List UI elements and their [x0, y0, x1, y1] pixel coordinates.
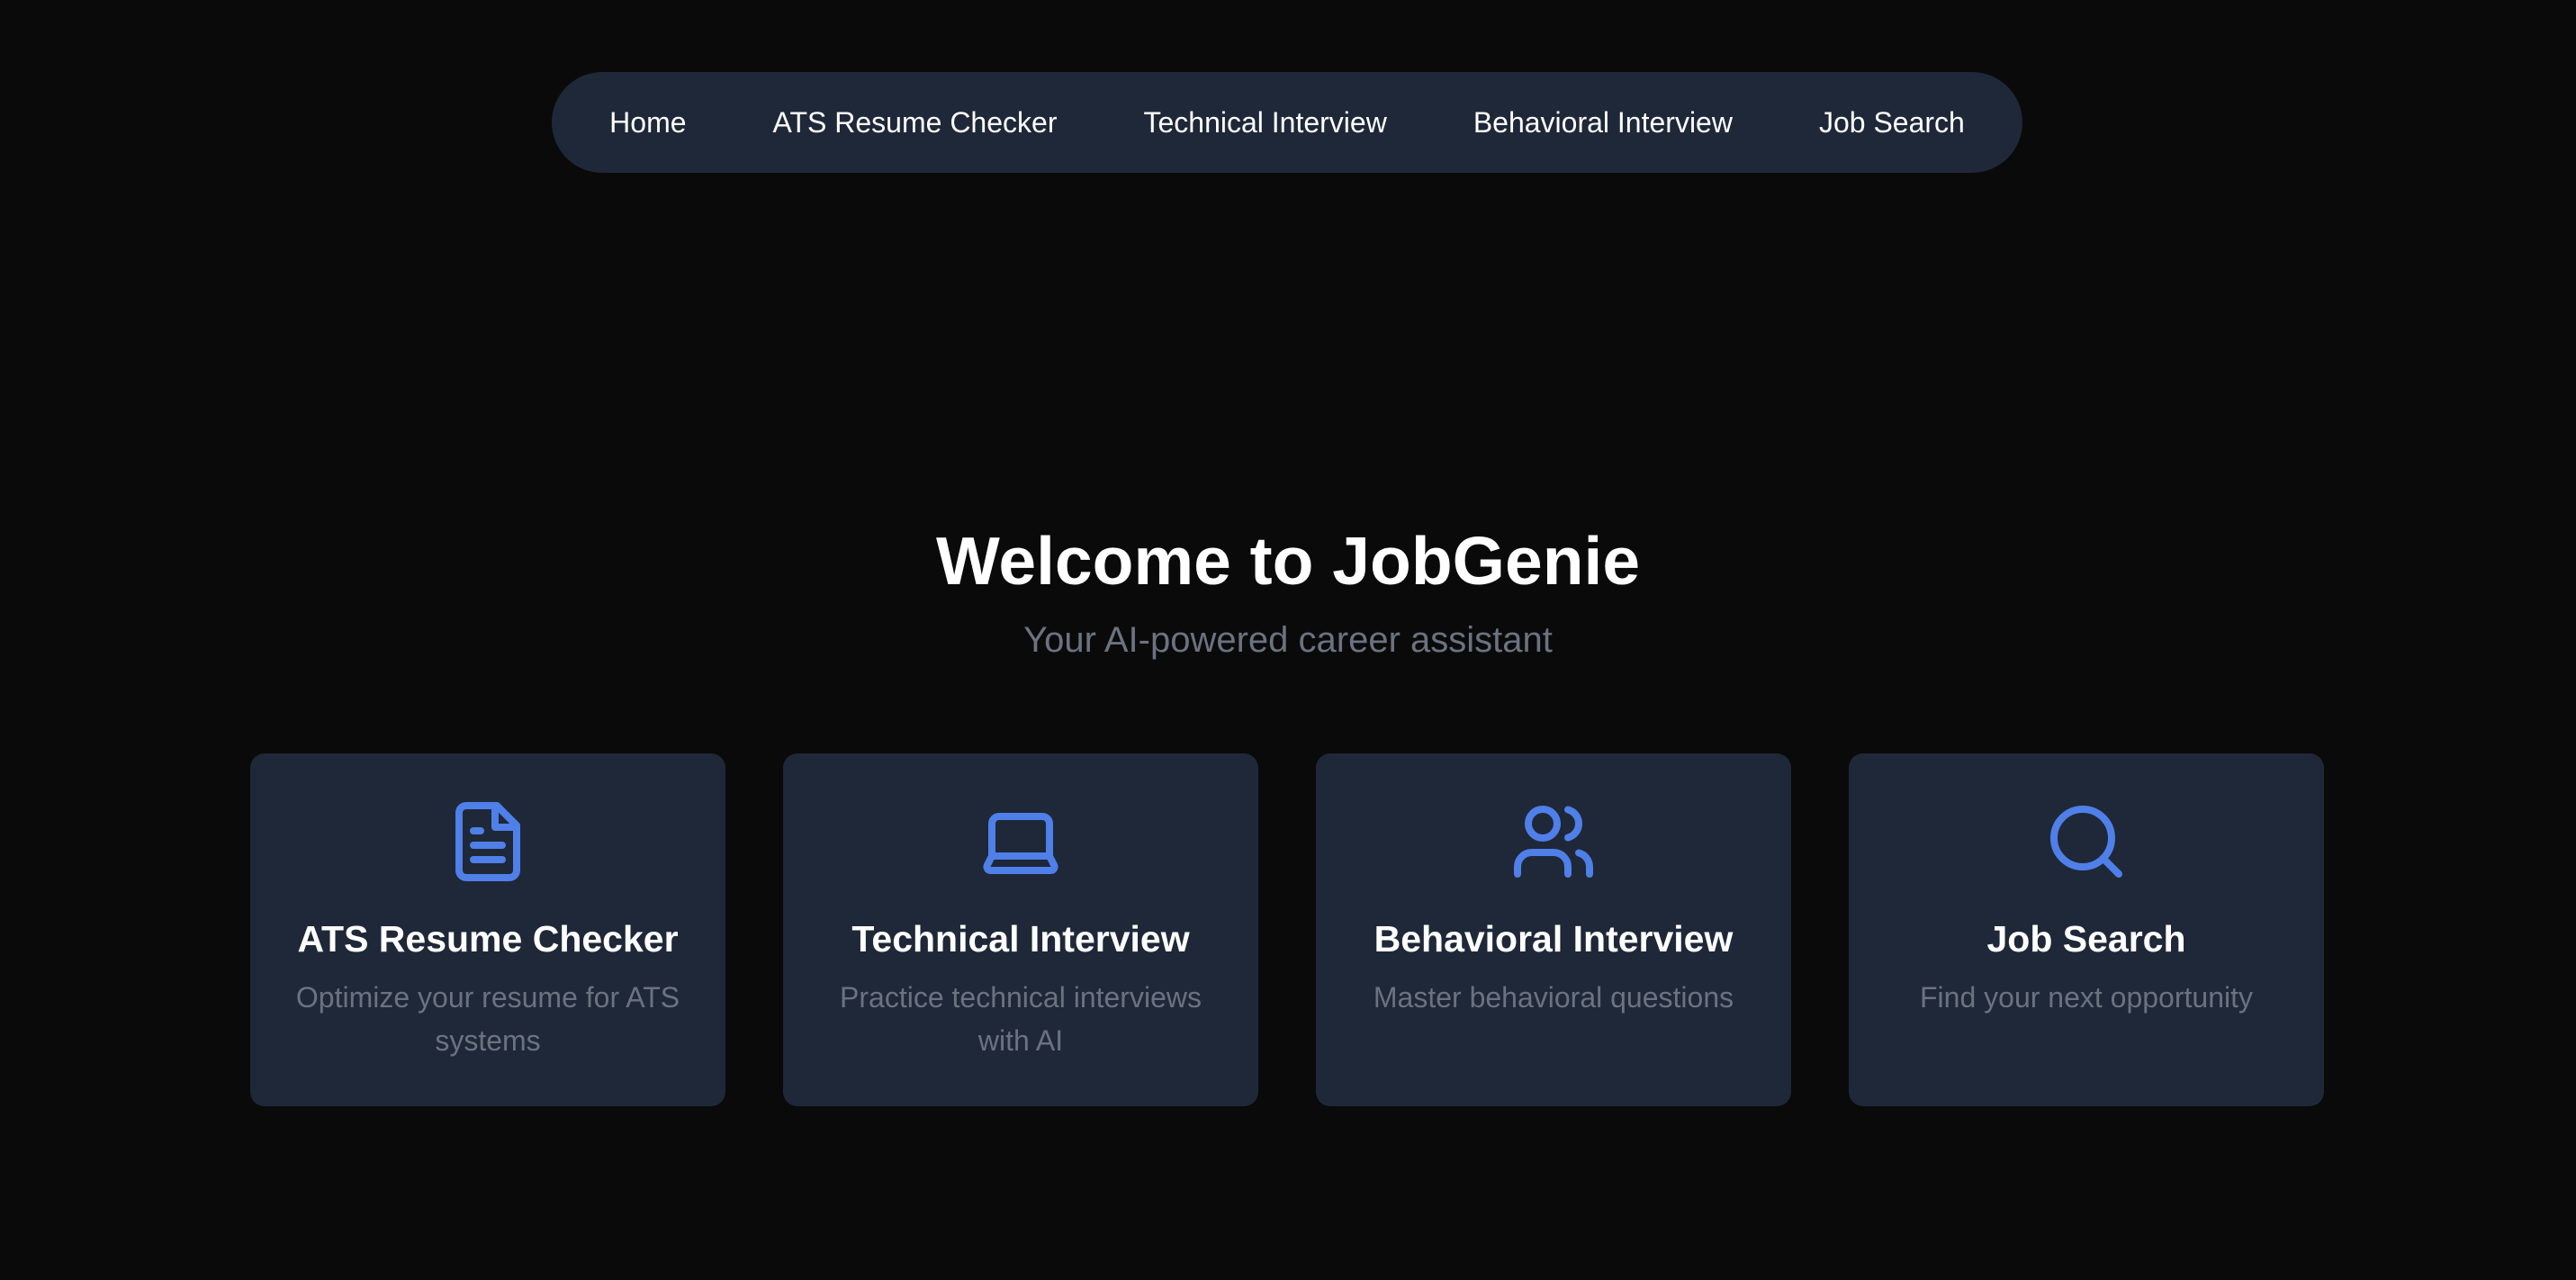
feature-cards: ATS Resume Checker Optimize your resume … [250, 753, 2324, 1106]
file-text-icon [445, 798, 531, 885]
nav-item-technical-interview[interactable]: Technical Interview [1143, 106, 1386, 140]
card-title: Behavioral Interview [1374, 918, 1734, 960]
card-description: Find your next opportunity [1920, 981, 2253, 1014]
nav-item-job-search[interactable]: Job Search [1819, 106, 1965, 140]
card-title: ATS Resume Checker [297, 918, 679, 960]
card-description: Master behavioral questions [1373, 981, 1734, 1014]
laptop-icon [977, 798, 1064, 885]
card-description: Practice technical interviews with AI [840, 981, 1202, 1058]
card-description: Optimize your resume for ATS systems [295, 981, 680, 1058]
card-technical-interview[interactable]: Technical Interview Practice technical i… [783, 753, 1258, 1106]
nav-item-home[interactable]: Home [609, 106, 686, 140]
search-icon [2043, 798, 2130, 885]
card-title: Technical Interview [851, 918, 1190, 960]
card-behavioral-interview[interactable]: Behavioral Interview Master behavioral q… [1316, 753, 1791, 1106]
page-subtitle: Your AI-powered career assistant [1023, 620, 1553, 660]
page-title: Welcome to JobGenie [935, 523, 1641, 599]
users-icon [1510, 798, 1597, 885]
card-ats-resume-checker[interactable]: ATS Resume Checker Optimize your resume … [250, 753, 725, 1106]
card-title: Job Search [1986, 918, 2186, 960]
nav-item-ats-resume-checker[interactable]: ATS Resume Checker [773, 106, 1058, 140]
top-nav: Home ATS Resume Checker Technical Interv… [552, 72, 2022, 173]
card-job-search[interactable]: Job Search Find your next opportunity [1849, 753, 2324, 1106]
nav-item-behavioral-interview[interactable]: Behavioral Interview [1473, 106, 1733, 140]
